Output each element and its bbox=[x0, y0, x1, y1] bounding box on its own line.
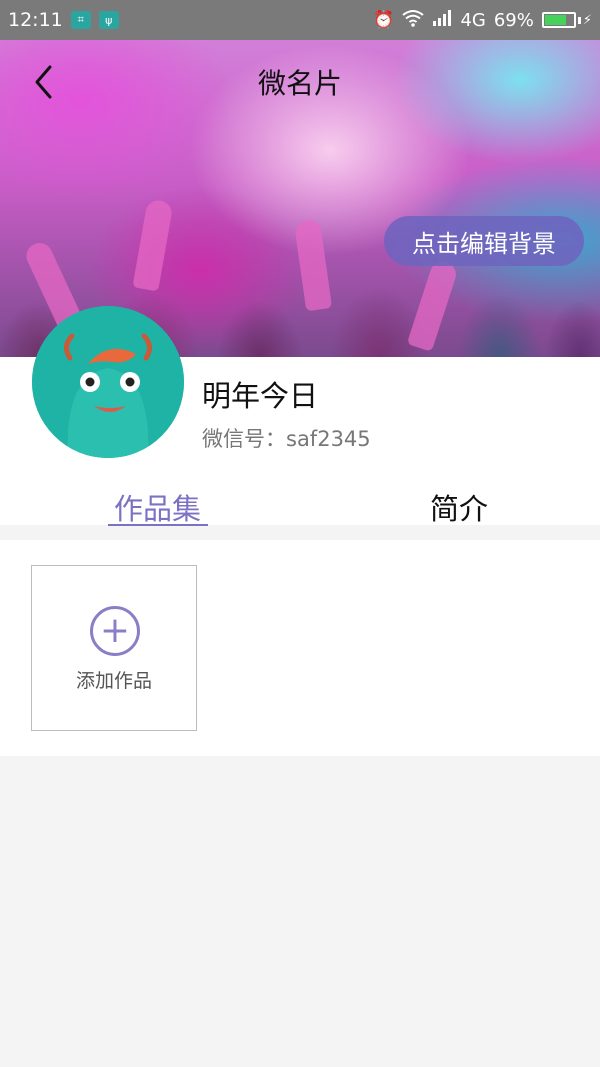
status-bar: 12:11 ⌗ ψ ⏰ 4G 69% ⚡ bbox=[0, 0, 600, 40]
wifi-icon bbox=[402, 9, 425, 32]
status-right: ⏰ 4G 69% ⚡ bbox=[373, 9, 592, 32]
status-time: 12:11 bbox=[8, 9, 63, 31]
page-title: 微名片 bbox=[257, 67, 342, 100]
battery-icon: ⚡ bbox=[541, 12, 592, 28]
add-work-label: 添加作品 bbox=[75, 670, 152, 692]
section-divider bbox=[0, 526, 600, 540]
battery-fill bbox=[544, 15, 566, 25]
app-screen: 12:11 ⌗ ψ ⏰ 4G 69% ⚡ 微名片 点击编辑背景 明年今日 微信号… bbox=[0, 0, 600, 1067]
battery-tip bbox=[577, 16, 581, 24]
monster-avatar-icon bbox=[32, 306, 184, 458]
status-left: 12:11 ⌗ ψ bbox=[8, 9, 119, 31]
plus-circle-icon: + bbox=[90, 606, 140, 656]
edit-background-button[interactable]: 点击编辑背景 bbox=[384, 216, 584, 266]
add-work-button[interactable]: + 添加作品 bbox=[31, 565, 197, 731]
network-type: 4G bbox=[460, 9, 486, 31]
battery-body bbox=[541, 12, 576, 28]
wechat-id: 微信号：saf2345 bbox=[202, 427, 371, 451]
avatar[interactable] bbox=[32, 306, 184, 458]
tab-portfolio[interactable]: 作品集 bbox=[114, 486, 201, 528]
screenshot-icon: ⌗ bbox=[70, 11, 91, 29]
profile-name: 明年今日 bbox=[202, 379, 319, 413]
alarm-icon: ⏰ bbox=[373, 10, 395, 30]
signal-icon bbox=[432, 9, 452, 31]
battery-percent: 69% bbox=[493, 9, 534, 31]
charging-icon: ⚡ bbox=[582, 12, 592, 28]
tab-introduction[interactable]: 简介 bbox=[430, 486, 488, 528]
usb-icon: ψ bbox=[98, 11, 119, 29]
